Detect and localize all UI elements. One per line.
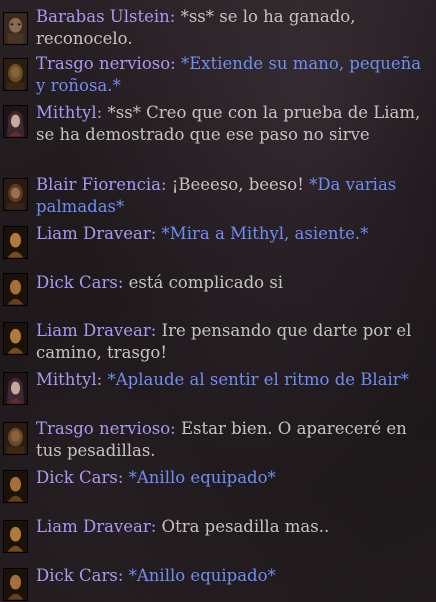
emote-text: *Mira a Mithyl, asiente.* xyxy=(161,224,369,243)
sender-separator: : xyxy=(150,517,162,536)
trasgo-portrait[interactable] xyxy=(3,58,28,91)
liam-portrait[interactable] xyxy=(3,520,28,553)
message-text: está complicado si xyxy=(128,273,284,292)
liam-portrait[interactable] xyxy=(3,226,28,259)
sender-separator: : xyxy=(96,370,108,389)
sender-name[interactable]: Mithtyl xyxy=(36,370,97,389)
trasgo-portrait[interactable] xyxy=(3,422,28,455)
sender-name[interactable]: Liam Dravear xyxy=(36,224,151,243)
sender-name[interactable]: Liam Dravear xyxy=(36,517,151,536)
mithtyl-portrait[interactable] xyxy=(3,105,28,138)
message-text: Otra pesadilla mas.. xyxy=(161,517,330,536)
barabas-portrait[interactable] xyxy=(3,12,28,45)
sender-separator: : xyxy=(96,103,108,122)
dick-portrait[interactable] xyxy=(3,470,28,503)
sender-separator: : xyxy=(117,468,129,487)
sender-separator: : xyxy=(160,175,172,194)
sender-separator: : xyxy=(170,54,181,73)
sender-separator: : xyxy=(150,224,162,243)
sender-separator: : xyxy=(170,419,181,438)
mithtyl-portrait[interactable] xyxy=(3,372,28,405)
sender-separator: : xyxy=(117,273,129,292)
sender-name[interactable]: Dick Cars xyxy=(36,273,118,292)
sender-name[interactable]: Dick Cars xyxy=(36,566,118,585)
dick-portrait[interactable] xyxy=(3,568,28,601)
sender-name[interactable]: Trasgo nervioso xyxy=(36,419,170,438)
blair-portrait[interactable] xyxy=(3,178,28,211)
emote-text: *Anillo equipado* xyxy=(128,566,276,585)
sender-separator: : xyxy=(117,566,129,585)
liam-portrait[interactable] xyxy=(3,322,28,355)
sender-name[interactable]: Dick Cars xyxy=(36,468,118,487)
dick-portrait[interactable] xyxy=(3,273,28,306)
emote-text: *Anillo equipado* xyxy=(128,468,276,487)
chat-log[interactable]: Barabas Ulstein: *ss* se lo ha ganado, r… xyxy=(0,0,436,602)
sender-name[interactable]: Trasgo nervioso xyxy=(36,54,170,73)
sender-separator: : xyxy=(169,7,181,26)
sender-name[interactable]: Mithtyl xyxy=(36,103,97,122)
emote-text: *Aplaude al sentir el ritmo de Blair* xyxy=(107,370,409,389)
sender-name[interactable]: Barabas Ulstein xyxy=(36,7,170,26)
message-text: ¡Beeeso, beeso! xyxy=(171,175,310,194)
sender-name[interactable]: Blair Fiorencia xyxy=(36,175,161,194)
sender-separator: : xyxy=(150,321,162,340)
sender-name[interactable]: Liam Dravear xyxy=(36,321,151,340)
